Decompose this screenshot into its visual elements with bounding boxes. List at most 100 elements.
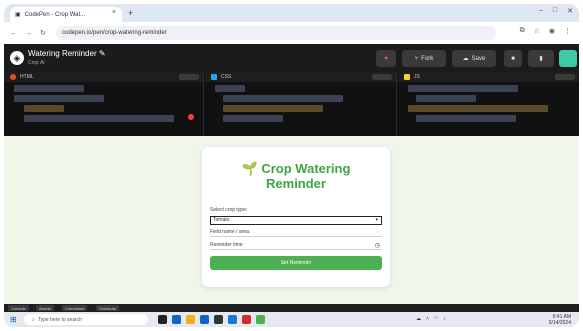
chevron-up-icon[interactable]: ˄ (426, 316, 429, 322)
html-editor-settings[interactable] (179, 74, 199, 80)
close-window-icon[interactable]: ✕ (567, 7, 573, 15)
browser-toolbar: ⧉ ☆ ◉ ⋮ (520, 27, 571, 35)
html-editor[interactable]: HTML (4, 72, 204, 136)
code-line (14, 85, 84, 92)
time-input[interactable]: ◷ (210, 242, 382, 250)
crop-select[interactable]: Tomato ▾ (210, 216, 382, 225)
maximize-icon[interactable]: □ (553, 7, 557, 15)
css-icon (211, 74, 217, 80)
pen-title[interactable]: Watering Reminder ✎ (28, 49, 106, 58)
pen-author[interactable]: Crop AI (28, 60, 45, 66)
code-line (408, 85, 518, 92)
cloud-icon: ☁ (462, 56, 469, 62)
code-line (416, 115, 516, 122)
set-reminder-button[interactable]: Set Reminder (210, 256, 382, 270)
layout-icon: ▮ (539, 56, 543, 62)
os-taskbar: ⊞ ⌕ Type here to search ☁ ˄ ◠ ♪ 9:41 AM … (4, 312, 579, 327)
editor-footer: Console Assets Comments Shortcuts (4, 304, 579, 312)
profile-icon[interactable]: ◉ (549, 27, 555, 35)
star-icon[interactable]: ☆ (534, 27, 540, 35)
word-icon[interactable] (228, 315, 237, 324)
clock-icon[interactable]: ◷ (375, 242, 380, 249)
windows-start-icon[interactable]: ⊞ (10, 315, 17, 324)
taskbar-search[interactable]: ⌕ Type here to search (24, 314, 148, 325)
browser-tab-strip: ▣ CodePen - Crop Wat... × + – □ ✕ (4, 4, 579, 22)
search-icon: ⌕ (32, 316, 35, 323)
fork-button[interactable]: ⑂ Fork (402, 50, 446, 67)
like-button[interactable]: ♥ (376, 50, 396, 67)
save-button[interactable]: ☁ Save (452, 50, 496, 67)
edge-icon[interactable] (172, 315, 181, 324)
code-line (215, 85, 245, 92)
settings-button[interactable]: ■ (504, 50, 522, 67)
crop-selected-value: Tomato (213, 217, 230, 223)
shortcuts-button[interactable]: Shortcuts (96, 305, 119, 311)
code-line (416, 95, 476, 102)
js-editor[interactable]: JS (398, 72, 579, 136)
heart-icon: ♥ (384, 55, 388, 62)
reload-icon[interactable]: ↻ (40, 29, 46, 37)
error-indicator-icon (188, 114, 194, 120)
css-editor-label: CSS (221, 74, 232, 80)
css-editor-settings[interactable] (372, 74, 392, 80)
weather-icon[interactable]: ☁ (416, 316, 421, 322)
css-editor[interactable]: CSS (205, 72, 397, 136)
code-line (408, 105, 548, 112)
url-text: codepen.io/pen/crop-watering-reminder (62, 30, 167, 36)
html-icon (10, 74, 16, 80)
chevron-down-icon: ▾ (375, 217, 378, 223)
code-line (223, 105, 323, 112)
js-icon (404, 74, 410, 80)
url-bar[interactable]: codepen.io/pen/crop-watering-reminder (56, 26, 496, 40)
tab-title: CodePen - Crop Wat... (24, 11, 86, 18)
card-title: 🌱 Crop Watering Reminder (241, 161, 351, 191)
codepen-logo-icon[interactable]: ◈ (10, 51, 24, 65)
back-icon[interactable]: ← (10, 30, 17, 37)
gear-icon: ■ (511, 55, 515, 62)
system-tray: ☁ ˄ ◠ ♪ (416, 316, 446, 322)
mail-icon[interactable] (200, 315, 209, 324)
sprout-icon: 🌱 (241, 161, 258, 176)
chrome-icon[interactable] (256, 315, 265, 324)
menu-icon[interactable]: ⋮ (564, 27, 571, 35)
new-tab-button[interactable]: + (128, 8, 133, 18)
field-input[interactable] (210, 229, 382, 237)
comments-button[interactable]: Comments (62, 305, 88, 311)
code-line (14, 95, 104, 102)
browser-tab[interactable]: ▣ CodePen - Crop Wat... × (10, 7, 122, 22)
html-editor-header: HTML (4, 72, 203, 82)
code-line (223, 115, 283, 122)
close-tab-icon[interactable]: × (112, 9, 116, 16)
minimize-icon[interactable]: – (539, 7, 543, 15)
fork-icon: ⑂ (414, 55, 419, 62)
layout-button[interactable]: ▮ (528, 50, 554, 67)
wifi-icon[interactable]: ◠ (434, 316, 438, 322)
js-editor-header: JS (398, 72, 579, 82)
console-button[interactable]: Console (8, 305, 29, 311)
avatar[interactable] (559, 50, 577, 67)
system-clock[interactable]: 9:41 AM 5/14/2024 (549, 314, 571, 326)
js-editor-label: JS (414, 74, 420, 80)
address-bar-row: ← → ↻ codepen.io/pen/crop-watering-remin… (4, 22, 579, 44)
code-editors: HTML CSS JS (4, 72, 579, 136)
window-controls: – □ ✕ (539, 7, 573, 15)
reminder-card: 🌱 Crop Watering Reminder Select crop typ… (202, 147, 390, 287)
css-editor-header: CSS (205, 72, 396, 82)
volume-icon[interactable]: ♪ (443, 316, 446, 322)
js-editor-settings[interactable] (555, 74, 575, 80)
file-explorer-icon[interactable] (186, 315, 195, 324)
task-view-icon[interactable] (158, 315, 167, 324)
forward-icon[interactable]: → (25, 30, 32, 37)
code-line (24, 105, 64, 112)
code-line (24, 115, 174, 122)
powerpoint-icon[interactable] (242, 315, 251, 324)
app-header: ◈ Watering Reminder ✎ Crop AI ♥ ⑂ Fork ☁ S… (4, 44, 579, 72)
extension-icon[interactable]: ⧉ (520, 27, 525, 35)
codepen-tab-icon: ▣ (15, 12, 21, 18)
crop-label: Select crop type: (210, 207, 248, 213)
html-editor-label: HTML (20, 74, 34, 80)
assets-button[interactable]: Assets (36, 305, 55, 311)
code-line (223, 95, 343, 102)
result-preview: 🌱 Crop Watering Reminder Select crop typ… (4, 136, 579, 304)
store-icon[interactable] (214, 315, 223, 324)
